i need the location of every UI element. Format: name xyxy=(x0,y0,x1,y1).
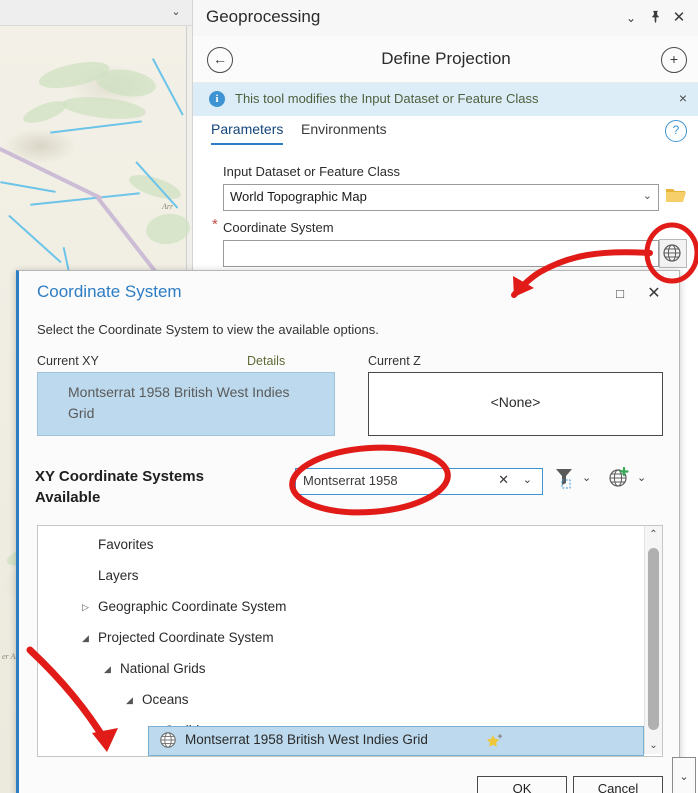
available-systems-label: XY Coordinate Systems Available xyxy=(35,468,204,506)
geoprocessing-tool-bar: ← Define Projection + xyxy=(193,36,698,83)
filter-icon-svg xyxy=(556,469,572,489)
tree-item-label: Layers xyxy=(98,568,139,583)
add-globe-icon-svg xyxy=(609,466,629,487)
info-banner: i This tool modifies the Input Dataset o… xyxy=(193,83,698,116)
ok-button[interactable]: OK xyxy=(477,776,567,793)
app-root: ⌄ Arr er Abo Geoprocessing ⌄ ✕ ← Define … xyxy=(0,0,698,793)
tree-item-label: National Grids xyxy=(120,661,206,676)
tree-item-geographic-coordinate-system[interactable]: ▷ Geographic Coordinate System xyxy=(38,592,642,623)
tree-item-projected-coordinate-system[interactable]: ◢ Projected Coordinate System xyxy=(38,623,642,654)
map-vegetation xyxy=(94,65,158,101)
map-label: Arr xyxy=(162,202,174,211)
input-dataset-value: World Topographic Map xyxy=(230,189,367,204)
twisty-expanded-icon[interactable]: ◢ xyxy=(104,665,113,674)
map-river xyxy=(30,192,140,206)
tree-item-label: Oceans xyxy=(142,692,189,707)
dialog-subtitle: Select the Coordinate System to view the… xyxy=(37,322,379,337)
map-river xyxy=(8,214,62,263)
dialog-title: Coordinate System xyxy=(37,282,182,301)
globe-icon xyxy=(159,731,177,752)
scroll-up-icon[interactable]: ⌃ xyxy=(645,526,662,543)
twisty-expanded-icon[interactable]: ◢ xyxy=(126,696,135,705)
globe-icon-svg xyxy=(160,732,176,748)
chevron-down-icon[interactable]: ⌄ xyxy=(643,189,652,202)
tool-title: Define Projection xyxy=(381,49,511,68)
tree-item-label: Favorites xyxy=(98,537,154,552)
tree-scrollbar[interactable]: ⌃ ⌄ xyxy=(644,526,662,754)
input-dataset-label: Input Dataset or Feature Class xyxy=(223,164,401,179)
pin-icon[interactable] xyxy=(645,8,665,28)
input-dataset-field[interactable]: World Topographic Map ⌄ xyxy=(223,184,659,211)
cancel-button[interactable]: Cancel xyxy=(573,776,663,793)
tab-environments[interactable]: Environments xyxy=(301,121,387,143)
add-tool-button[interactable]: + xyxy=(661,47,687,73)
chevron-down-icon[interactable]: ⌄ xyxy=(168,4,184,20)
search-input-value: Montserrat 1958 xyxy=(303,473,398,488)
tree-item-selected-montserrat[interactable]: Montserrat 1958 British West Indies Grid xyxy=(148,726,644,756)
current-z-label: Current Z xyxy=(368,354,421,368)
map-river xyxy=(152,58,184,116)
twisty-collapsed-icon[interactable]: ▷ xyxy=(82,603,91,612)
maximize-icon[interactable]: □ xyxy=(609,283,631,305)
close-icon[interactable]: ✕ xyxy=(643,283,665,305)
coordinate-system-label: Coordinate System xyxy=(223,220,334,235)
add-favorite-star-icon[interactable] xyxy=(485,731,505,754)
pin-icon-svg xyxy=(651,10,659,23)
geoprocessing-title-bar: Geoprocessing ⌄ ✕ xyxy=(193,0,698,37)
tree-item-favorites[interactable]: Favorites xyxy=(38,530,642,561)
search-input[interactable]: Montserrat 1958 ✕ ⌄ xyxy=(295,468,543,495)
star-icon-svg xyxy=(486,734,502,747)
current-z-box[interactable]: <None> xyxy=(368,372,663,436)
map-pane-header: ⌄ xyxy=(0,0,192,26)
globe-icon xyxy=(663,244,681,262)
map-vegetation xyxy=(144,211,192,247)
info-banner-close-icon[interactable]: × xyxy=(679,90,687,106)
tree-item-layers[interactable]: Layers xyxy=(38,561,642,592)
twisty-expanded-icon[interactable]: ◢ xyxy=(82,634,91,643)
close-icon[interactable]: ✕ xyxy=(669,8,689,28)
scroll-down-icon[interactable]: ⌄ xyxy=(645,737,662,754)
tree-item-oceans[interactable]: ◢ Oceans xyxy=(38,685,642,716)
add-dropdown-chevron-icon[interactable]: ⌄ xyxy=(637,471,646,484)
required-marker: * xyxy=(212,216,218,233)
tree-item-label: Montserrat 1958 British West Indies Grid xyxy=(185,732,428,747)
select-coordinate-system-button[interactable] xyxy=(659,239,687,268)
details-link[interactable]: Details xyxy=(247,354,285,368)
map-river xyxy=(50,120,142,134)
current-xy-value: Montserrat 1958 British West Indies Grid xyxy=(68,384,290,421)
chevron-down-icon[interactable]: ⌄ xyxy=(523,473,532,486)
map-vegetation xyxy=(20,96,70,128)
info-icon: i xyxy=(209,91,225,107)
tree-item-label: Projected Coordinate System xyxy=(98,630,274,645)
map-river xyxy=(0,181,56,193)
clear-search-icon[interactable]: ✕ xyxy=(498,472,509,488)
tree-item-national-grids[interactable]: ◢ National Grids xyxy=(38,654,642,685)
add-coordinate-system-icon[interactable] xyxy=(608,466,630,492)
map-vegetation xyxy=(126,170,184,204)
info-banner-text: This tool modifies the Input Dataset or … xyxy=(235,91,539,106)
browse-folder-icon[interactable] xyxy=(665,186,687,204)
tab-parameters[interactable]: Parameters xyxy=(211,121,284,145)
tree-item-label: Geographic Coordinate System xyxy=(98,599,287,614)
help-icon[interactable]: ? xyxy=(665,120,687,142)
chevron-down-icon[interactable]: ⌄ xyxy=(621,8,641,28)
map-vegetation xyxy=(61,93,147,123)
current-xy-label: Current XY xyxy=(37,354,99,368)
filter-icon[interactable] xyxy=(554,467,574,492)
scrollbar-thumb[interactable] xyxy=(648,548,659,730)
folder-icon-svg xyxy=(666,189,686,202)
page-title: Geoprocessing xyxy=(206,7,321,26)
current-xy-box[interactable]: Montserrat 1958 British West Indies Grid xyxy=(37,372,335,436)
tab-strip: Parameters Environments ? xyxy=(193,116,698,148)
coordinate-system-tree[interactable]: Favorites Layers ▷ Geographic Coordinate… xyxy=(37,525,663,757)
mini-dropdown-button[interactable]: ⌄ xyxy=(672,757,696,793)
filter-dropdown-chevron-icon[interactable]: ⌄ xyxy=(582,471,591,484)
coordinate-system-field[interactable] xyxy=(223,240,659,267)
coordinate-system-dialog: Coordinate System □ ✕ Select the Coordin… xyxy=(16,270,680,793)
current-z-value: <None> xyxy=(490,394,541,410)
